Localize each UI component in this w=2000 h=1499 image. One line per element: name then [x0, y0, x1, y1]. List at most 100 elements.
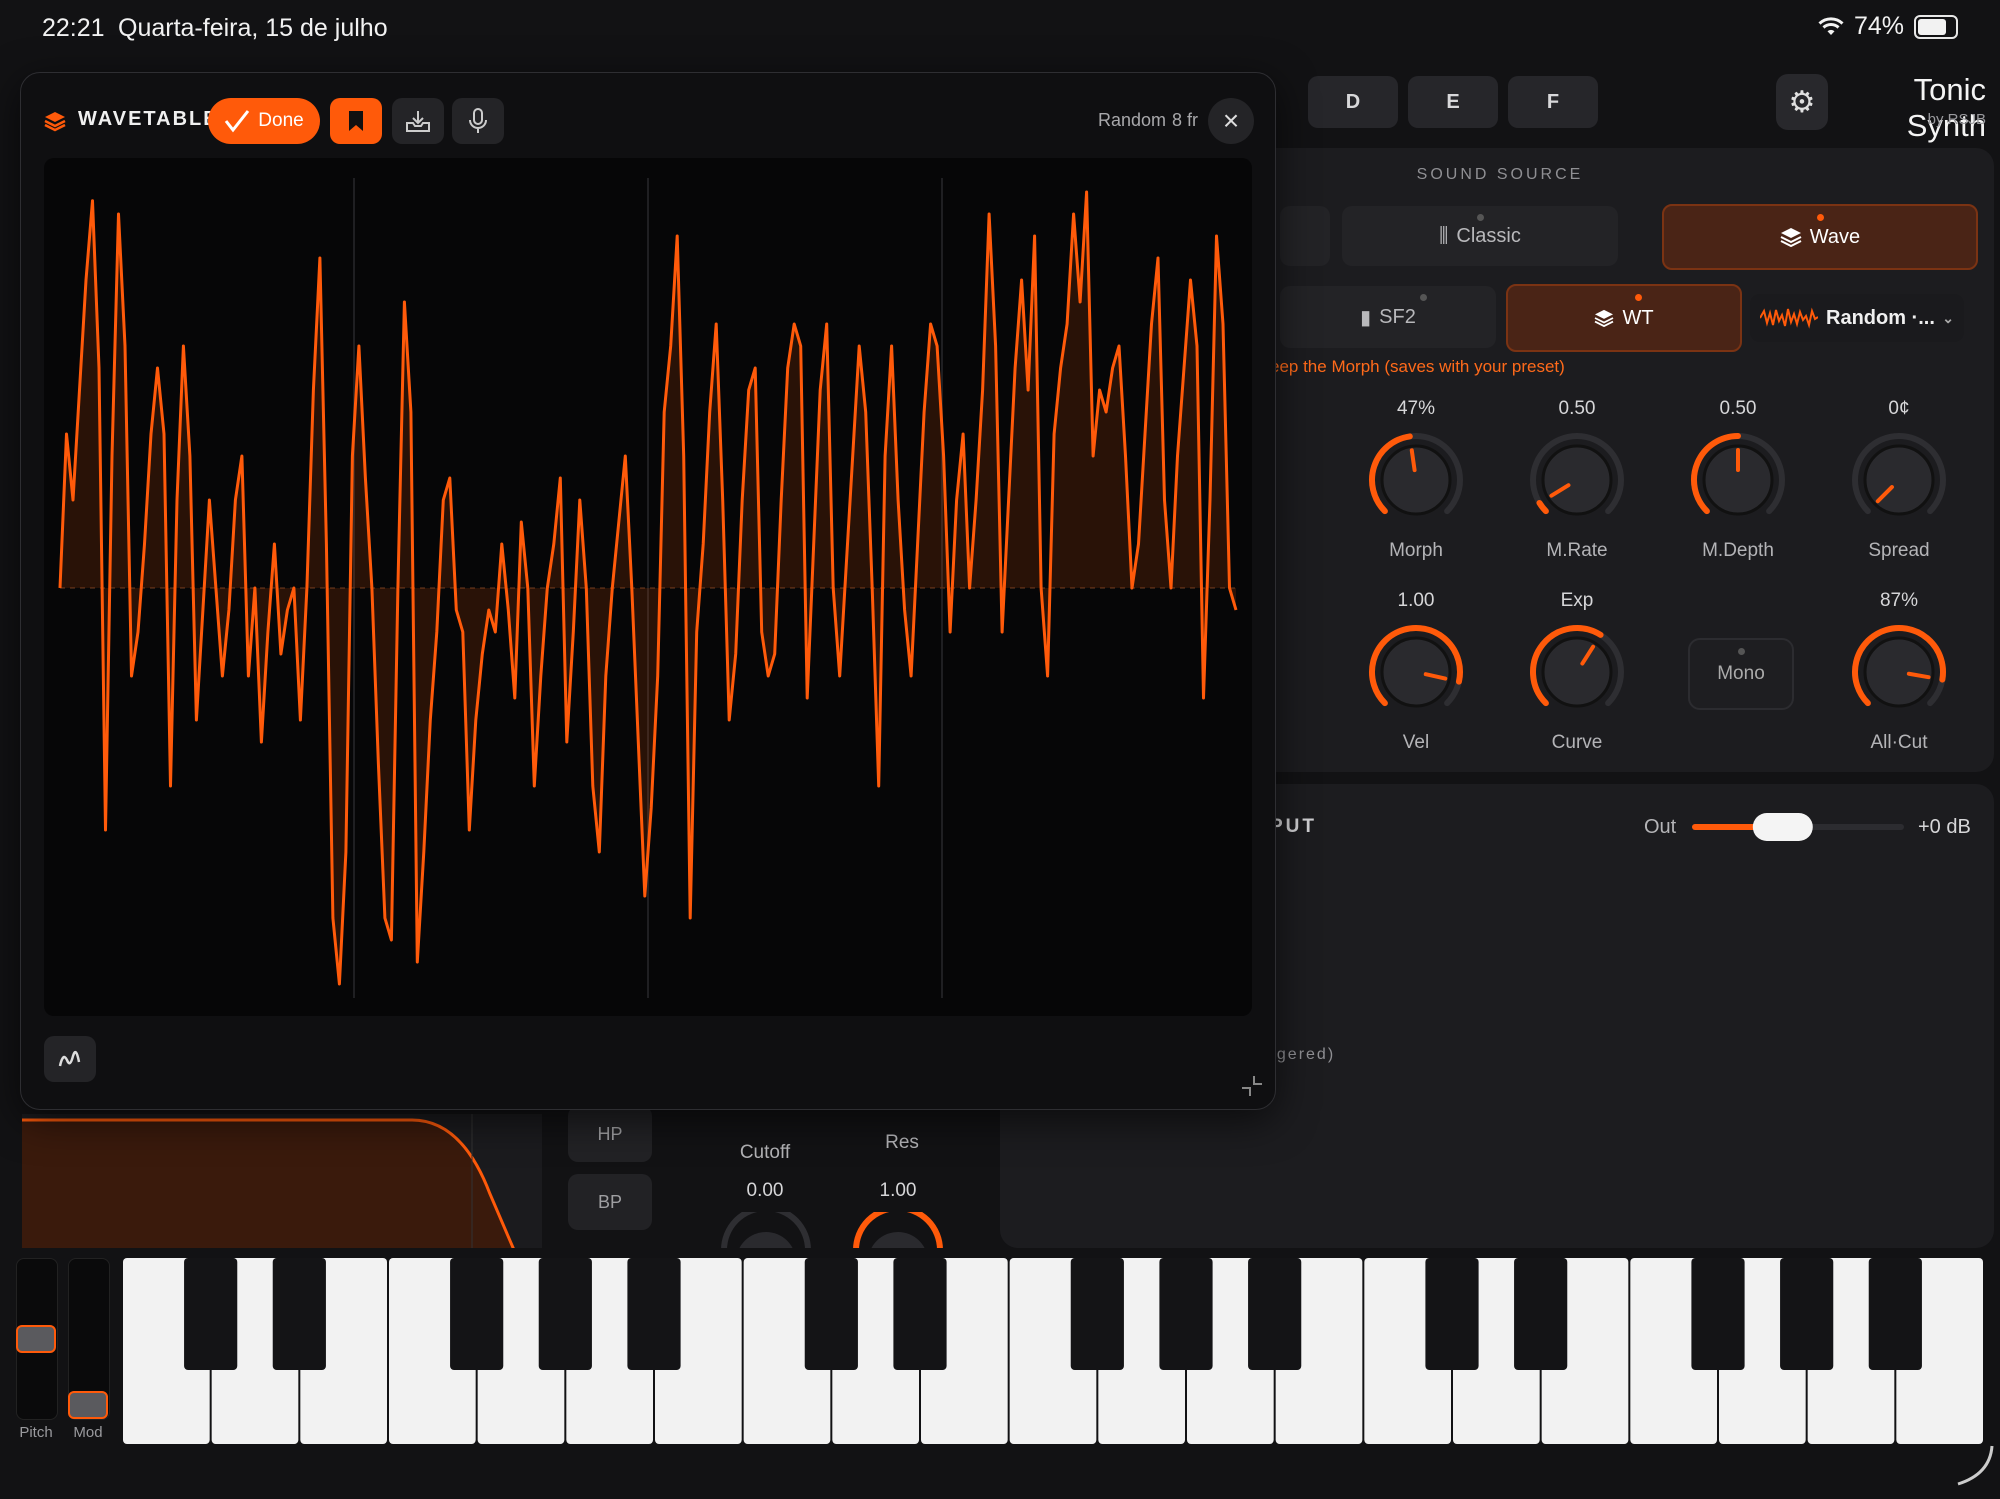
sound-knob-vel-label: Vel [1402, 732, 1430, 753]
sound-knob-mrate-knob[interactable] [1527, 430, 1627, 530]
out-slider[interactable] [1692, 812, 1904, 842]
close-button[interactable]: × [1208, 98, 1254, 144]
wavetable-select-label: Random ·... [1826, 306, 1935, 329]
out-label: Out [1644, 816, 1677, 838]
wifi-icon [1818, 16, 1844, 35]
black-key[interactable] [184, 1258, 238, 1370]
preset-tab-f[interactable]: F [1508, 76, 1598, 128]
out-db-value: +0 dB [1918, 816, 1971, 838]
done-button[interactable]: Done [208, 98, 320, 144]
black-key[interactable] [804, 1258, 858, 1370]
battery-percent: 74% [1853, 12, 1904, 40]
filter-curve-graph[interactable] [22, 1114, 542, 1250]
sound-knob-mrate-value: 0.50 [1558, 398, 1596, 419]
filter-type-group: HP BP [560, 1090, 660, 1250]
pitch-label: Pitch [19, 1424, 53, 1441]
sound-knob-curve-knob[interactable] [1527, 622, 1627, 722]
filter-knob-value-2: 1.00 [879, 1180, 917, 1201]
bookmark-button[interactable] [330, 98, 382, 144]
output-title: PUT [1270, 816, 1317, 837]
pitch-wheel[interactable] [16, 1258, 58, 1420]
filter-knob-label-cutoff: Cutoff [739, 1142, 791, 1163]
chevron-down-icon: ⌄ [1942, 309, 1954, 326]
mod-wheel-handle[interactable] [68, 1391, 108, 1419]
filter-type-bp[interactable]: BP [568, 1174, 652, 1230]
waveform-canvas[interactable] [44, 158, 1252, 1016]
sound-knob-spread-knob[interactable] [1849, 430, 1949, 530]
sound-knob-vel-value: 1.00 [1397, 590, 1435, 611]
sound-knob-morph-value: 47% [1396, 398, 1436, 419]
black-key[interactable] [272, 1258, 326, 1370]
out-slider-thumb[interactable] [1752, 813, 1813, 841]
mono-button[interactable]: Mono [1688, 638, 1794, 710]
type-wt-label: WT [1622, 306, 1654, 329]
sound-knob-mdepth-knob[interactable] [1688, 430, 1788, 530]
done-label: Done [258, 110, 304, 131]
collapse-icon[interactable] [1240, 1074, 1264, 1098]
gear-icon: ⚙ [1788, 85, 1816, 119]
engine-button-hidden[interactable] [1280, 206, 1330, 266]
filter-type-hp[interactable]: HP [568, 1106, 652, 1162]
filter-knob-label-res: Res [885, 1132, 919, 1153]
sound-knob-allcut-value: 87% [1879, 590, 1919, 611]
filter-knob-partial-1[interactable] [716, 1212, 816, 1252]
sound-knob-mrate-label: M.Rate [1546, 540, 1608, 561]
sound-knob-allcut-knob[interactable] [1849, 622, 1949, 722]
black-key[interactable] [893, 1258, 947, 1370]
sound-source-title: SOUND SOURCE [1416, 166, 1584, 183]
sound-knob-allcut-label: All·Cut [1870, 732, 1928, 753]
black-key[interactable] [1425, 1258, 1479, 1370]
engine-classic-button[interactable]: ⫼ Classic [1342, 206, 1618, 266]
battery-icon [1914, 14, 1958, 39]
layers-icon [44, 112, 66, 132]
microphone-button[interactable] [452, 98, 504, 144]
black-key[interactable] [1514, 1258, 1568, 1370]
sound-knob-morph-knob[interactable] [1366, 430, 1466, 530]
black-key[interactable] [1868, 1258, 1922, 1370]
type-sf2-button[interactable]: ▮ SF2 [1280, 286, 1496, 348]
sound-knob-vel-knob[interactable] [1366, 622, 1466, 722]
settings-button[interactable]: ⚙ [1776, 74, 1828, 130]
black-key[interactable] [1691, 1258, 1745, 1370]
import-button[interactable] [392, 98, 444, 144]
engine-classic-label: Classic [1456, 224, 1521, 247]
wavetable-frame-count: 8 fr [1172, 110, 1199, 130]
black-key[interactable] [538, 1258, 592, 1370]
sound-knob-mdepth-label: M.Depth [1702, 540, 1774, 561]
black-key[interactable] [627, 1258, 681, 1370]
wavetable-title: WAVETABLE [78, 108, 219, 130]
mod-wheel[interactable] [68, 1258, 110, 1420]
wavetable-thumb-icon [1760, 307, 1818, 329]
close-icon: × [1222, 105, 1240, 136]
checkmark-icon [225, 110, 250, 133]
wavetable-name: Random [1098, 110, 1167, 130]
black-key[interactable] [1248, 1258, 1302, 1370]
engine-wave-button[interactable]: Wave [1662, 204, 1978, 270]
sound-knob-mdepth-value: 0.50 [1719, 398, 1757, 419]
preset-tab-e[interactable]: E [1408, 76, 1498, 128]
corner-indicator-icon [1957, 1445, 1994, 1486]
status-time: 22:21 [42, 14, 105, 42]
bookmark-icon [349, 111, 363, 131]
black-key[interactable] [1159, 1258, 1213, 1370]
file-icon: ▮ [1360, 306, 1372, 329]
preset-tab-d[interactable]: D [1308, 76, 1398, 128]
wavetable-select[interactable]: Random ·... ⌄ [1750, 294, 1964, 342]
app-subtitle: by RSJB [1927, 111, 1986, 128]
draw-tool-button[interactable] [44, 1036, 96, 1082]
microphone-icon [469, 108, 487, 133]
black-key[interactable] [1070, 1258, 1124, 1370]
type-sf2-label: SF2 [1379, 305, 1416, 328]
piano-keyboard[interactable] [122, 1258, 1984, 1444]
filter-knob-partial-2[interactable] [848, 1212, 948, 1252]
type-wt-button[interactable]: WT [1506, 284, 1742, 352]
app-title: Tonic Synth [1906, 72, 1986, 143]
black-key[interactable] [450, 1258, 504, 1370]
pitch-wheel-handle[interactable] [16, 1325, 56, 1353]
tray-download-icon [406, 111, 430, 132]
engine-wave-label: Wave [1809, 225, 1861, 248]
black-key[interactable] [1780, 1258, 1834, 1370]
mod-label: Mod [73, 1424, 103, 1441]
draw-icon [58, 1050, 81, 1067]
layers-icon [1780, 228, 1802, 247]
